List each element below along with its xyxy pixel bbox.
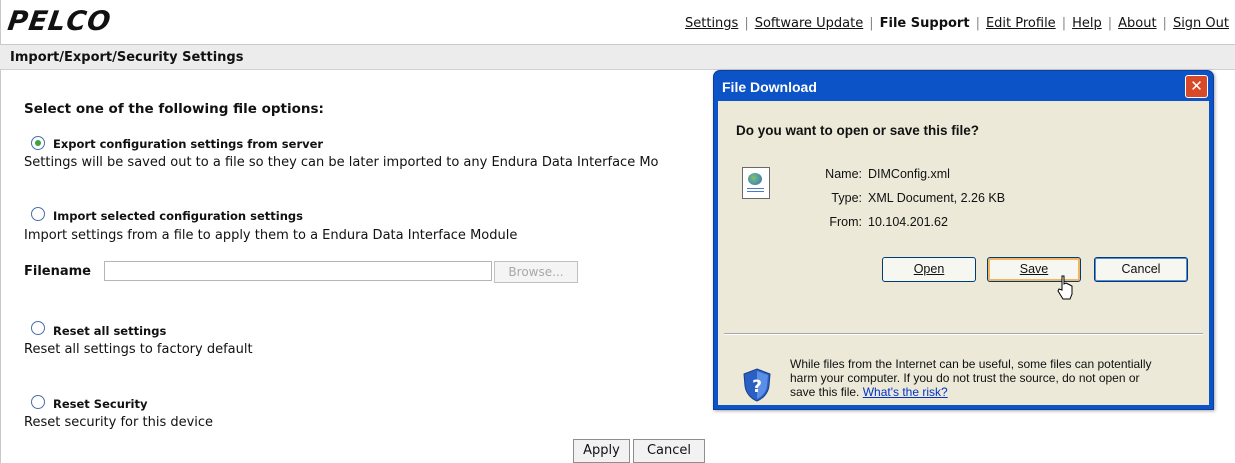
reset-security-title: Reset Security bbox=[53, 397, 148, 411]
filename-label: Filename bbox=[24, 264, 91, 279]
nav-edit-profile[interactable]: Edit Profile bbox=[986, 16, 1056, 31]
name-label: Name: bbox=[825, 167, 862, 181]
browse-button[interactable]: Browse... bbox=[494, 261, 578, 283]
dialog-title: File Download bbox=[722, 79, 817, 95]
file-xml-icon bbox=[742, 167, 770, 199]
reset-settings-radio[interactable] bbox=[31, 321, 45, 335]
nav-about[interactable]: About bbox=[1118, 16, 1156, 31]
svg-text:?: ? bbox=[752, 377, 762, 397]
pelco-logo: PELCO bbox=[5, 6, 114, 37]
options-heading: Select one of the following file options… bbox=[24, 101, 324, 117]
warning-line-3-text: save this file. bbox=[790, 385, 860, 399]
type-label: Type: bbox=[831, 191, 862, 205]
import-radio[interactable] bbox=[31, 207, 45, 221]
export-radio[interactable] bbox=[31, 136, 45, 150]
save-button-label: Save bbox=[1019, 262, 1049, 276]
page-header: PELCO Settings | Software Update | File Supp… bbox=[0, 0, 1235, 45]
mouse-pointer-icon bbox=[1057, 275, 1073, 300]
nav-separator: | bbox=[1061, 16, 1067, 31]
shield-question-icon: ? bbox=[743, 368, 771, 402]
top-nav: Settings | Software Update | File Support | Ed… bbox=[685, 16, 1229, 31]
nav-settings[interactable]: Settings bbox=[685, 16, 738, 31]
cancel-button[interactable]: Cancel bbox=[633, 439, 705, 463]
nav-separator: | bbox=[744, 16, 749, 31]
export-option-title: Export configuration settings from serve… bbox=[53, 137, 324, 151]
file-download-dialog: File Download ✕ Do you want to open or s… bbox=[713, 70, 1214, 410]
nav-file-support[interactable]: File Support bbox=[880, 16, 970, 31]
import-option-desc: Import settings from a file to apply the… bbox=[24, 228, 518, 243]
apply-button[interactable]: Apply bbox=[573, 439, 630, 463]
from-value: 10.104.201.62 bbox=[868, 215, 948, 229]
warning-line-1: While files from the Internet can be use… bbox=[790, 357, 1152, 371]
reset-settings-title: Reset all settings bbox=[53, 324, 167, 338]
dialog-body: Do you want to open or save this file? N… bbox=[718, 101, 1209, 405]
export-option-desc: Settings will be saved out to a file so … bbox=[24, 155, 659, 170]
nav-separator: | bbox=[1162, 16, 1167, 31]
close-icon[interactable]: ✕ bbox=[1185, 75, 1208, 98]
from-label: From: bbox=[829, 215, 862, 229]
nav-separator: | bbox=[1107, 16, 1113, 31]
dialog-divider bbox=[724, 333, 1203, 335]
import-option-title: Import selected configuration settings bbox=[53, 209, 303, 223]
open-button-label: Open bbox=[913, 262, 945, 276]
dialog-question: Do you want to open or save this file? bbox=[736, 123, 980, 138]
nav-software-update[interactable]: Software Update bbox=[755, 16, 864, 31]
reset-settings-desc: Reset all settings to factory default bbox=[24, 342, 253, 357]
type-value: XML Document, 2.26 KB bbox=[868, 191, 1006, 205]
nav-help[interactable]: Help bbox=[1072, 16, 1102, 31]
section-bar: Import/Export/Security Settings bbox=[0, 45, 1235, 70]
filename-input[interactable] bbox=[104, 261, 492, 281]
reset-security-radio[interactable] bbox=[31, 395, 45, 409]
name-value: DIMConfig.xml bbox=[868, 167, 950, 181]
dialog-cancel-button[interactable]: Cancel bbox=[1094, 257, 1188, 282]
open-button[interactable]: Open bbox=[882, 257, 976, 282]
section-title: Import/Export/Security Settings bbox=[10, 50, 244, 65]
nav-separator: | bbox=[975, 16, 980, 31]
warning-line-2: harm your computer. If you do not trust … bbox=[790, 371, 1140, 385]
warning-line-3: save this file. What's the risk? bbox=[790, 385, 948, 399]
reset-security-desc: Reset security for this device bbox=[24, 415, 214, 430]
nav-separator: | bbox=[869, 16, 874, 31]
whats-the-risk-link[interactable]: What's the risk? bbox=[863, 385, 948, 399]
nav-sign-out[interactable]: Sign Out bbox=[1173, 16, 1229, 31]
